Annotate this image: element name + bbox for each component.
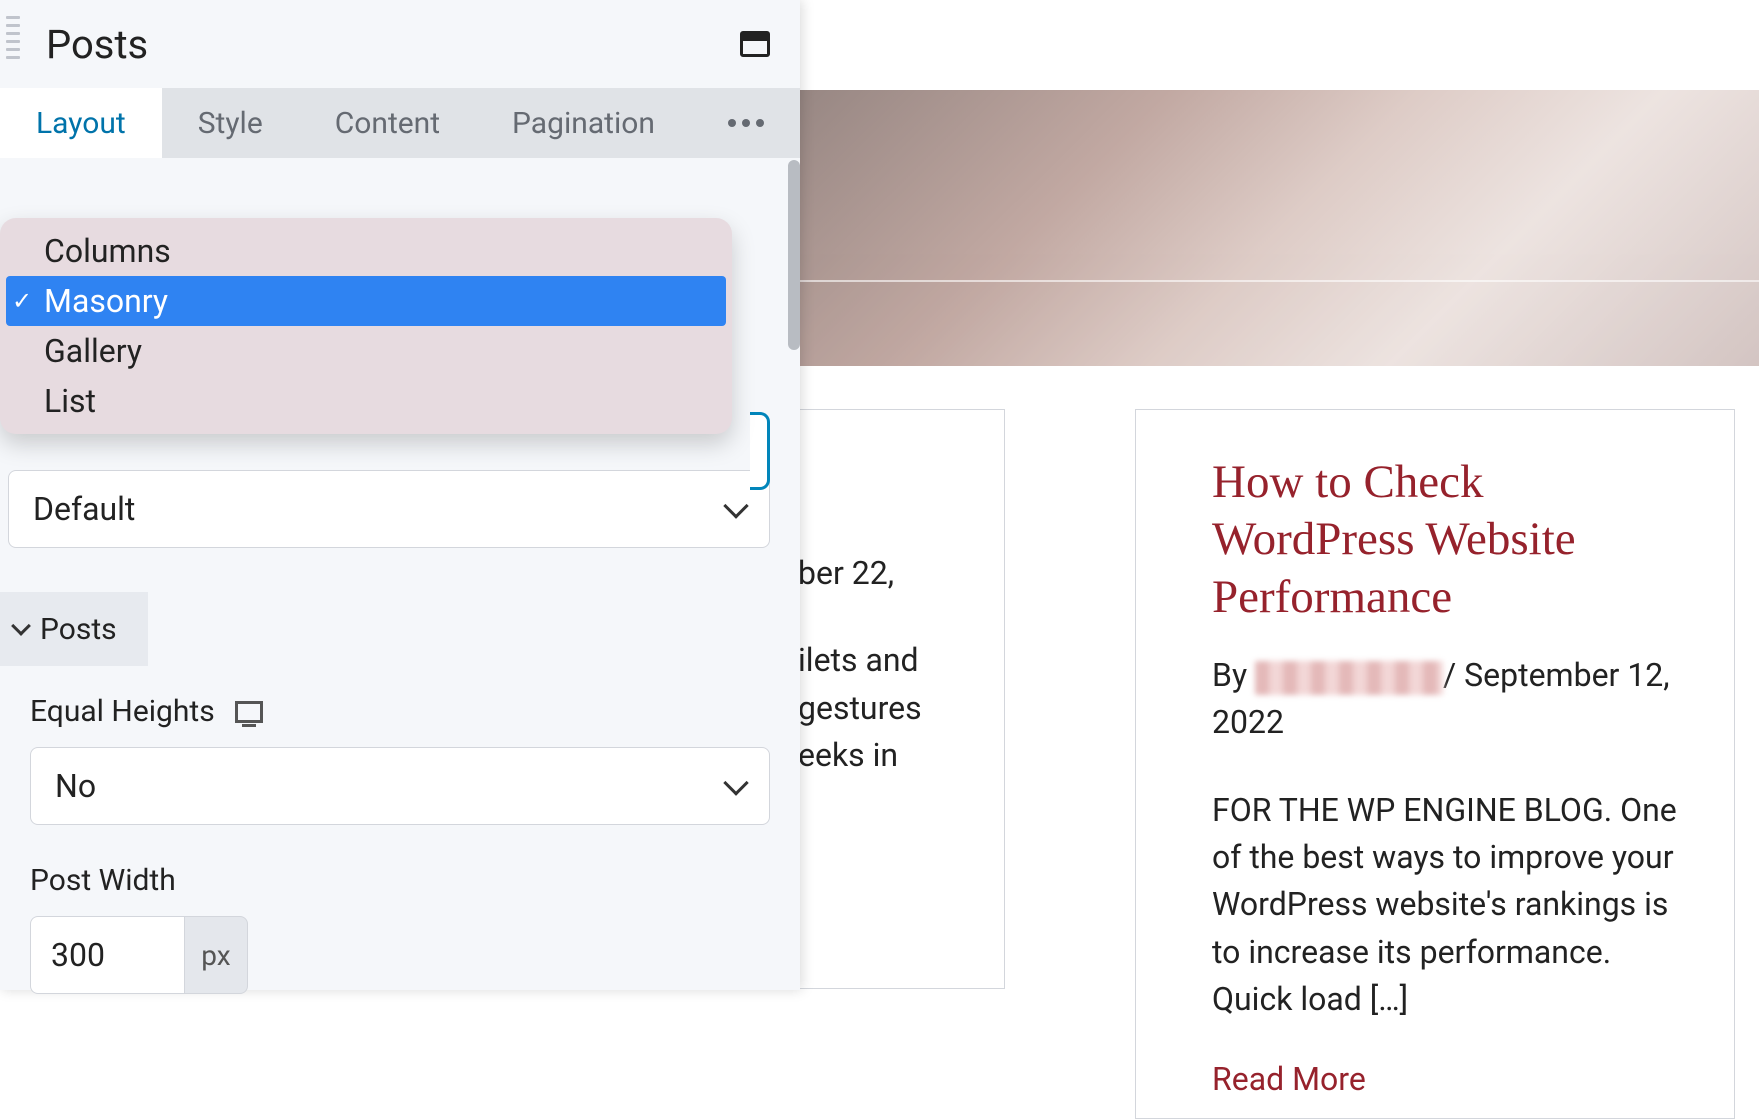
section-header-posts[interactable]: Posts <box>0 592 800 666</box>
dropdown-option-gallery[interactable]: Gallery <box>6 326 726 376</box>
post-width-input[interactable]: 300 <box>30 916 184 994</box>
post-card-title[interactable]: How to Check WordPress Website Performan… <box>1212 454 1678 626</box>
read-more-link[interactable]: Read More <box>1212 1060 1678 1098</box>
panel-title: Posts <box>46 21 148 68</box>
secondary-select[interactable]: Default <box>8 470 770 548</box>
preview-canvas: ber 22, ilets and gestures eeks in , How… <box>800 0 1759 990</box>
dropdown-option-columns[interactable]: Columns <box>6 226 726 276</box>
dropdown-option-list[interactable]: List <box>6 376 726 426</box>
post-card-meta: By / September 12, 2022 <box>1212 652 1678 747</box>
layout-dropdown-popup: Columns ✓ Masonry Gallery List <box>0 218 732 434</box>
chevron-down-icon <box>11 616 31 636</box>
secondary-select-value: Default <box>33 490 135 528</box>
desktop-icon[interactable] <box>235 701 263 723</box>
responsive-preview-icon[interactable] <box>740 31 770 57</box>
layout-select-border-fragment <box>750 412 770 490</box>
post-card-excerpt: FOR THE WP ENGINE BLOG. One of the best … <box>1212 787 1678 1024</box>
ellipsis-icon <box>728 119 764 127</box>
drag-handle-icon[interactable] <box>6 16 20 72</box>
tab-style[interactable]: Style <box>162 88 299 158</box>
author-name-redacted <box>1255 661 1443 695</box>
chevron-down-icon <box>723 770 748 795</box>
panel-header: Posts <box>0 0 800 88</box>
equal-heights-label: Equal Heights <box>30 694 215 729</box>
tab-content[interactable]: Content <box>299 88 476 158</box>
post-card-partial-left: ber 22, ilets and gestures eeks in , <box>798 409 1005 989</box>
posts-section-body: Equal Heights No Post Width 300 px <box>0 666 800 994</box>
hero-image <box>800 90 1759 366</box>
post-card-text-fragment: ber 22, ilets and gestures eeks in , <box>798 550 1004 827</box>
equal-heights-row: Equal Heights <box>30 694 770 729</box>
equal-heights-value: No <box>55 767 96 805</box>
post-width-unit[interactable]: px <box>184 916 248 994</box>
tab-layout[interactable]: Layout <box>0 88 162 158</box>
tab-pagination[interactable]: Pagination <box>476 88 691 158</box>
settings-sidebar: Posts Layout Style Content Pagination De… <box>0 0 800 990</box>
check-icon: ✓ <box>12 287 32 315</box>
post-width-label: Post Width <box>30 863 770 898</box>
post-card: How to Check WordPress Website Performan… <box>1135 409 1735 1119</box>
dropdown-option-masonry[interactable]: ✓ Masonry <box>6 276 726 326</box>
chevron-down-icon <box>723 493 748 518</box>
tab-more-button[interactable] <box>692 88 800 158</box>
section-title: Posts <box>40 612 117 647</box>
equal-heights-select[interactable]: No <box>30 747 770 825</box>
tabs-bar: Layout Style Content Pagination <box>0 88 800 158</box>
post-width-input-group: 300 px <box>30 916 248 994</box>
